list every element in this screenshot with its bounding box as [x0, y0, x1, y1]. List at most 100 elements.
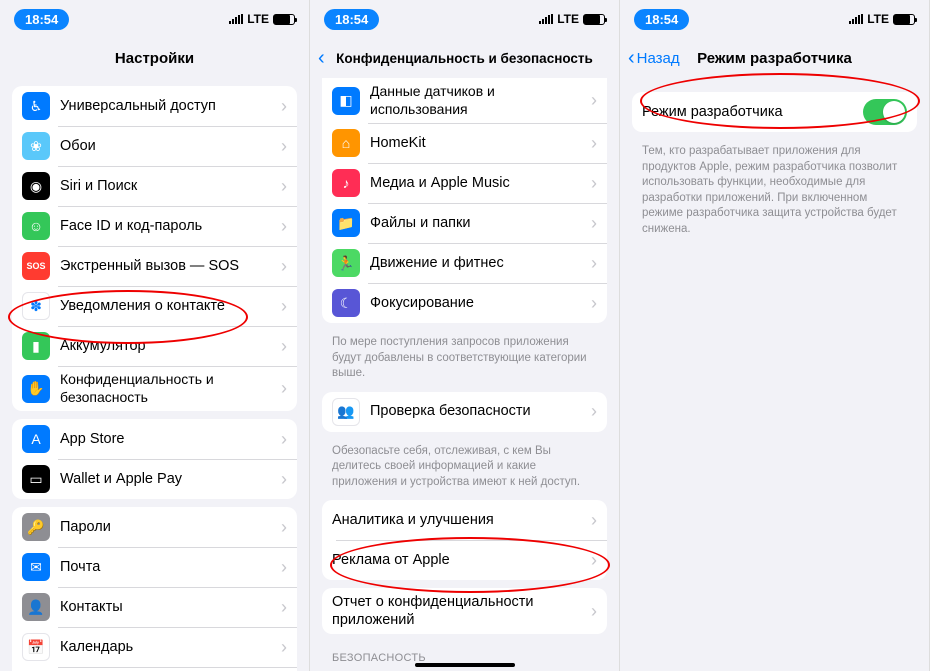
- chevron-right-icon: ›: [281, 557, 287, 578]
- row-mail[interactable]: ✉ Почта ›: [12, 547, 297, 587]
- status-bar: 18:54 LTE: [0, 0, 309, 38]
- row-passwords[interactable]: 🔑 Пароли ›: [12, 507, 297, 547]
- row-homekit[interactable]: ⌂ HomeKit ›: [322, 123, 607, 163]
- status-time: 18:54: [634, 9, 689, 30]
- group-footer: Обезопасьте себя, отслеживая, с кем Вы д…: [310, 440, 619, 493]
- battery-icon: [273, 14, 295, 25]
- row-sos[interactable]: SOS Экстренный вызов — SOS ›: [12, 246, 297, 286]
- siri-icon: ◉: [22, 172, 50, 200]
- back-button[interactable]: ‹ Назад: [628, 48, 680, 68]
- contacts-icon: 👤: [22, 593, 50, 621]
- signal-icon: [229, 14, 243, 24]
- row-privacy[interactable]: ✋ Конфиденциальность и безопасность ›: [12, 366, 297, 411]
- row-label: Движение и фитнес: [370, 254, 591, 272]
- network-label: LTE: [247, 12, 269, 26]
- chevron-right-icon: ›: [281, 597, 287, 618]
- nav-bar: Настройки: [0, 38, 309, 78]
- settings-group-2: A App Store › ▭ Wallet и Apple Pay ›: [12, 419, 297, 499]
- signal-icon: [849, 14, 863, 24]
- chevron-right-icon: ›: [281, 469, 287, 490]
- chevron-right-icon: ›: [591, 550, 597, 571]
- accessibility-icon: ♿︎: [22, 92, 50, 120]
- safety-check-group: 👥 Проверка безопасности ›: [322, 392, 607, 432]
- exposure-icon: ✽: [22, 292, 50, 320]
- row-label: Уведомления о контакте: [60, 297, 281, 315]
- fitness-icon: 🏃: [332, 249, 360, 277]
- row-focus[interactable]: ☾ Фокусирование ›: [322, 283, 607, 323]
- developer-mode-group: Режим разработчика: [632, 92, 917, 132]
- chevron-right-icon: ›: [281, 296, 287, 317]
- row-contacts[interactable]: 👤 Контакты ›: [12, 587, 297, 627]
- row-safety-check[interactable]: 👥 Проверка безопасности ›: [322, 392, 607, 432]
- row-fitness[interactable]: 🏃 Движение и фитнес ›: [322, 243, 607, 283]
- appstore-icon: A: [22, 425, 50, 453]
- back-button[interactable]: ‹: [318, 48, 325, 68]
- row-developer-mode[interactable]: Режим разработчика: [632, 92, 917, 132]
- developer-mode-toggle[interactable]: [863, 99, 907, 125]
- home-indicator[interactable]: [415, 663, 515, 667]
- row-appstore[interactable]: A App Store ›: [12, 419, 297, 459]
- calendar-icon: 📅: [22, 633, 50, 661]
- focus-icon: ☾: [332, 289, 360, 317]
- network-label: LTE: [867, 12, 889, 26]
- row-calendar[interactable]: 📅 Календарь ›: [12, 627, 297, 667]
- row-label: Режим разработчика: [642, 103, 863, 121]
- chevron-right-icon: ›: [591, 213, 597, 234]
- media-icon: ♪: [332, 169, 360, 197]
- nav-bar: ‹ Назад Режим разработчика: [620, 38, 929, 78]
- row-item[interactable]: Реклама от Apple ›: [322, 540, 607, 580]
- files-icon: 📁: [332, 209, 360, 237]
- row-label: Универсальный доступ: [60, 97, 281, 115]
- page-title: Конфиденциальность и безопасность: [336, 51, 593, 66]
- row-sensors[interactable]: ◧ Данные датчиков и использования ›: [322, 78, 607, 123]
- row-battery[interactable]: ▮ Аккумулятор ›: [12, 326, 297, 366]
- row-label: Почта: [60, 558, 281, 576]
- developer-mode-screen: 18:54 LTE ‹ Назад Режим разработчика Реж…: [620, 0, 930, 671]
- row-label: Аналитика и улучшения: [332, 511, 591, 529]
- privacy-icon: ✋: [22, 375, 50, 403]
- signal-icon: [539, 14, 553, 24]
- wallet-icon: ▭: [22, 465, 50, 493]
- status-bar: 18:54 LTE: [310, 0, 619, 38]
- settings-group-3: 🔑 Пароли › ✉ Почта › 👤 Контакты › 📅 Кале…: [12, 507, 297, 671]
- row-siri[interactable]: ◉ Siri и Поиск ›: [12, 166, 297, 206]
- row-notes[interactable]: 📝 Заметки ›: [12, 667, 297, 671]
- privacy-screen: 18:54 LTE ‹ Конфиденциальность и безопас…: [310, 0, 620, 671]
- battery-icon: [893, 14, 915, 25]
- chevron-right-icon: ›: [281, 517, 287, 538]
- row-label: Face ID и код-пароль: [60, 217, 281, 235]
- row-wallet[interactable]: ▭ Wallet и Apple Pay ›: [12, 459, 297, 499]
- network-label: LTE: [557, 12, 579, 26]
- row-label: Медиа и Apple Music: [370, 174, 591, 192]
- chevron-left-icon: ‹: [318, 48, 325, 68]
- homekit-icon: ⌂: [332, 129, 360, 157]
- row-label: Конфиденциальность и безопасность: [60, 371, 281, 406]
- row-exposure[interactable]: ✽ Уведомления о контакте ›: [12, 286, 297, 326]
- sensors-icon: ◧: [332, 87, 360, 115]
- safety-check-icon: 👥: [332, 398, 360, 426]
- page-title: Режим разработчика: [697, 50, 852, 67]
- group-footer: По мере поступления запросов приложения …: [310, 331, 619, 384]
- settings-screen: 18:54 LTE Настройки ♿︎ Универсальный дос…: [0, 0, 310, 671]
- row-item[interactable]: Отчет о конфиденциальности приложений ›: [322, 588, 607, 634]
- chevron-right-icon: ›: [591, 253, 597, 274]
- row-label: Экстренный вызов — SOS: [60, 257, 281, 275]
- row-faceid[interactable]: ☺ Face ID и код-пароль ›: [12, 206, 297, 246]
- row-accessibility[interactable]: ♿︎ Универсальный доступ ›: [12, 86, 297, 126]
- row-item[interactable]: Аналитика и улучшения ›: [322, 500, 607, 540]
- chevron-right-icon: ›: [281, 429, 287, 450]
- chevron-right-icon: ›: [591, 133, 597, 154]
- row-label: Контакты: [60, 598, 281, 616]
- row-media[interactable]: ♪ Медиа и Apple Music ›: [322, 163, 607, 203]
- row-label: Реклама от Apple: [332, 551, 591, 569]
- chevron-right-icon: ›: [591, 293, 597, 314]
- settings-group-1: ♿︎ Универсальный доступ › ❀ Обои › ◉ Sir…: [12, 86, 297, 411]
- sos-icon: SOS: [22, 252, 50, 280]
- passwords-icon: 🔑: [22, 513, 50, 541]
- row-files[interactable]: 📁 Файлы и папки ›: [322, 203, 607, 243]
- row-label: Календарь: [60, 638, 281, 656]
- wallpaper-icon: ❀: [22, 132, 50, 160]
- row-wallpaper[interactable]: ❀ Обои ›: [12, 126, 297, 166]
- chevron-right-icon: ›: [591, 601, 597, 622]
- chevron-right-icon: ›: [591, 90, 597, 111]
